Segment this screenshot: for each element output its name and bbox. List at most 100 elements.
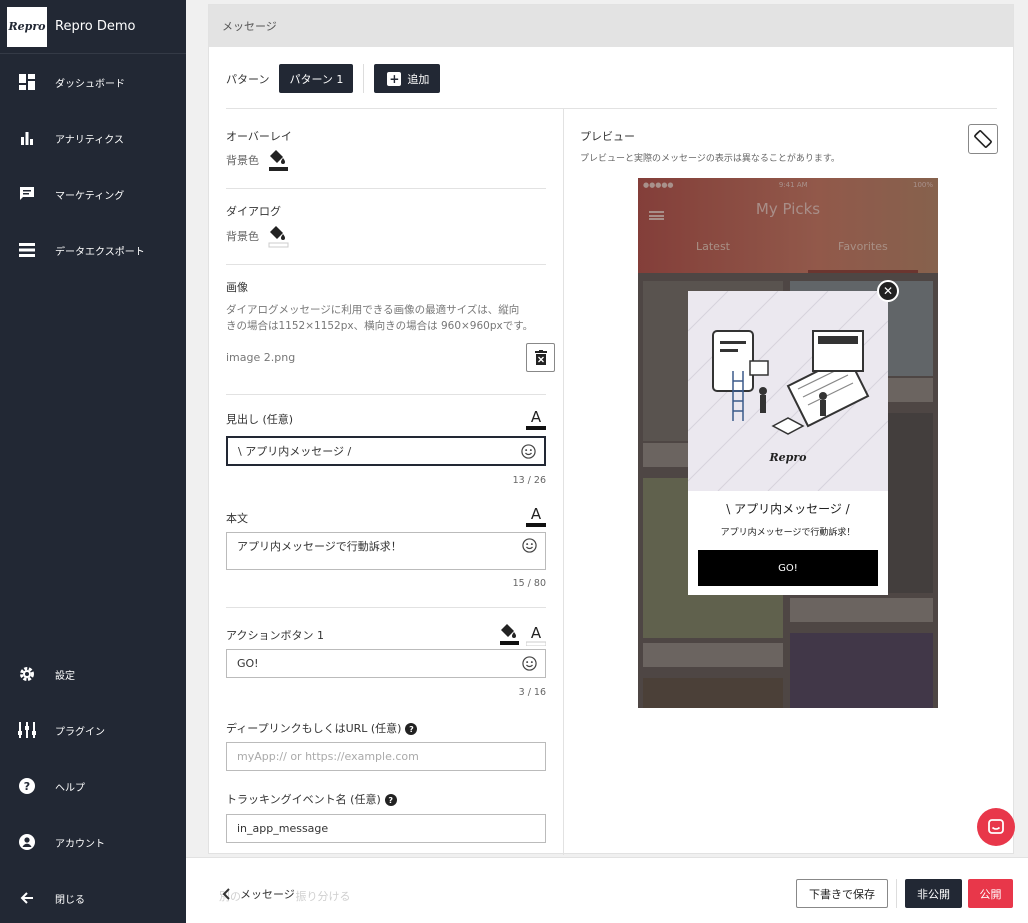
- paint-bucket-icon: [268, 226, 289, 248]
- deeplink-placeholder: myApp:// or https://example.com: [237, 750, 419, 763]
- footer-bar: 別のパターンに振り分ける メッセージ 下書きで保存 非公開 公開: [186, 857, 1028, 923]
- svg-text:?: ?: [24, 780, 30, 793]
- account-icon: [18, 833, 36, 851]
- preview-note: プレビューと実際のメッセージの表示は異なることがあります。: [580, 154, 840, 164]
- message-editor-panel: メッセージ パターン パターン 1 + 追加 オーバーレイ 背景色 ダイアログ …: [208, 4, 1014, 855]
- help-line: ダイアログメッセージに利用できる画像の最適サイズは、縦向: [226, 304, 520, 316]
- plugin-icon: [18, 721, 36, 739]
- list-icon: [18, 241, 36, 259]
- dialog-image: Repro: [688, 291, 888, 491]
- dialog-body: アプリ内メッセージで行動訴求！: [720, 528, 856, 538]
- preview-dialog: Repro \ アプリ内メッセージ / アプリ内メッセージで行動訴求！ GO!: [688, 291, 888, 595]
- preview-title: プレビュー: [580, 130, 635, 143]
- action-button-bg-color-picker[interactable]: [498, 622, 520, 646]
- divider: [226, 188, 546, 189]
- chat-support-icon: [988, 819, 1004, 834]
- help-line: きの場合は1152×1152px、横向きの場合は 960×960pxです。: [226, 320, 534, 332]
- body-char-counter: 15 / 80: [512, 578, 546, 589]
- brand[interactable]: Repro Repro Demo: [0, 0, 186, 54]
- pattern-label: パターン: [226, 72, 270, 86]
- column-divider: [563, 109, 564, 855]
- dialog-logo: Repro: [769, 451, 807, 464]
- sidebar-item-settings[interactable]: 設定: [0, 654, 186, 694]
- action-button-1-char-counter: 3 / 16: [518, 687, 546, 698]
- body-text-color-picker[interactable]: A: [526, 505, 546, 527]
- emoji-icon: [522, 656, 537, 671]
- deeplink-title: ディープリンクもしくはURL (任意)?: [226, 720, 418, 736]
- back-label: メッセージ: [240, 886, 295, 902]
- emoji-icon: [522, 538, 537, 553]
- heading-title: 見出し (任意): [226, 413, 294, 426]
- phone-preview: ●●●●● 9:41 AM 100% My Picks Latest Favor…: [638, 178, 938, 708]
- tracking-event-value: in_app_message: [237, 822, 329, 835]
- sidebar: Repro Repro Demo ダッシュボード アナリティクス マーケティング…: [0, 0, 186, 923]
- action-button-1-value: GO!: [237, 657, 259, 670]
- dialog-close-icon[interactable]: ✕: [877, 280, 899, 302]
- heading-text-color-picker[interactable]: A: [526, 408, 546, 430]
- sidebar-item-plugin[interactable]: プラグイン: [0, 710, 186, 750]
- pattern-bar: パターン パターン 1 + 追加: [226, 64, 441, 93]
- sidebar-item-data-export[interactable]: データエクスポート: [0, 230, 186, 270]
- save-draft-button[interactable]: 下書きで保存: [796, 879, 888, 908]
- body-textarea[interactable]: アプリ内メッセージで行動訴求！: [226, 532, 546, 570]
- sidebar-item-help[interactable]: ? ヘルプ: [0, 766, 186, 806]
- deeplink-input[interactable]: myApp:// or https://example.com: [226, 742, 546, 771]
- divider: [896, 879, 897, 908]
- divider: [363, 64, 365, 93]
- help-icon[interactable]: ?: [405, 723, 418, 735]
- dashboard-icon: [18, 73, 36, 91]
- help-icon[interactable]: ?: [384, 794, 397, 806]
- overlay-bg-color-picker[interactable]: [267, 148, 289, 172]
- svg-text:A: A: [531, 624, 542, 642]
- tracking-event-input[interactable]: in_app_message: [226, 814, 546, 843]
- dialog-action-button[interactable]: GO!: [698, 550, 878, 586]
- unpublish-button[interactable]: 非公開: [905, 879, 962, 908]
- section-title: メッセージ: [222, 20, 277, 33]
- sidebar-item-marketing[interactable]: マーケティング: [0, 174, 186, 214]
- sidebar-item-label: ダッシュボード: [55, 78, 125, 90]
- image-title: 画像: [226, 281, 248, 294]
- emoji-icon: [521, 443, 536, 459]
- action-button-1-input[interactable]: GO!: [226, 649, 546, 678]
- chevron-left-icon: [222, 888, 230, 900]
- heading-input[interactable]: \ アプリ内メッセージ /: [226, 436, 546, 466]
- trash-icon: [534, 350, 547, 365]
- gear-icon: [18, 665, 36, 683]
- overlay-title: オーバーレイ: [226, 130, 292, 143]
- delete-image-button[interactable]: [526, 343, 555, 372]
- sidebar-item-account[interactable]: アカウント: [0, 822, 186, 862]
- divider: [226, 108, 997, 109]
- paint-bucket-icon: [269, 150, 288, 171]
- sidebar-item-label: アカウント: [55, 838, 105, 850]
- sidebar-item-close[interactable]: 閉じる: [0, 878, 186, 918]
- body-textarea-value: アプリ内メッセージで行動訴求！: [237, 540, 402, 553]
- publish-button[interactable]: 公開: [968, 879, 1013, 908]
- pattern-1-tab[interactable]: パターン 1: [279, 64, 354, 93]
- text-color-icon: A: [525, 624, 547, 647]
- sidebar-item-label: 設定: [55, 670, 75, 682]
- tracking-event-title: トラッキングイベント名 (任意)?: [226, 791, 397, 807]
- dialog-bg-label: 背景色: [226, 230, 259, 243]
- back-to-messages-link[interactable]: メッセージ: [222, 886, 295, 902]
- arrow-left-icon: [18, 889, 36, 907]
- help-icon: ?: [18, 777, 36, 795]
- rotate-preview-button[interactable]: [968, 124, 998, 154]
- rotate-device-icon: [974, 130, 992, 148]
- sidebar-item-label: アナリティクス: [55, 134, 124, 146]
- sidebar-item-analytics[interactable]: アナリティクス: [0, 118, 186, 158]
- svg-text:A: A: [531, 505, 542, 523]
- repro-logo: Repro: [7, 6, 47, 47]
- image-filename: image 2.png: [226, 351, 296, 364]
- pattern-1-label: パターン 1: [289, 72, 344, 86]
- sidebar-item-dashboard[interactable]: ダッシュボード: [0, 62, 186, 102]
- action-button-1-title: アクションボタン 1: [226, 629, 324, 642]
- divider: [226, 607, 546, 608]
- sidebar-item-label: 閉じる: [55, 894, 85, 906]
- dialog-title: ダイアログ: [226, 205, 281, 218]
- divider: [226, 264, 546, 265]
- action-button-text-color-picker[interactable]: A: [525, 624, 547, 647]
- sidebar-item-label: マーケティング: [55, 190, 125, 202]
- add-pattern-button[interactable]: + 追加: [374, 64, 441, 93]
- support-chat-button[interactable]: [977, 808, 1015, 846]
- dialog-bg-color-picker[interactable]: [267, 224, 289, 248]
